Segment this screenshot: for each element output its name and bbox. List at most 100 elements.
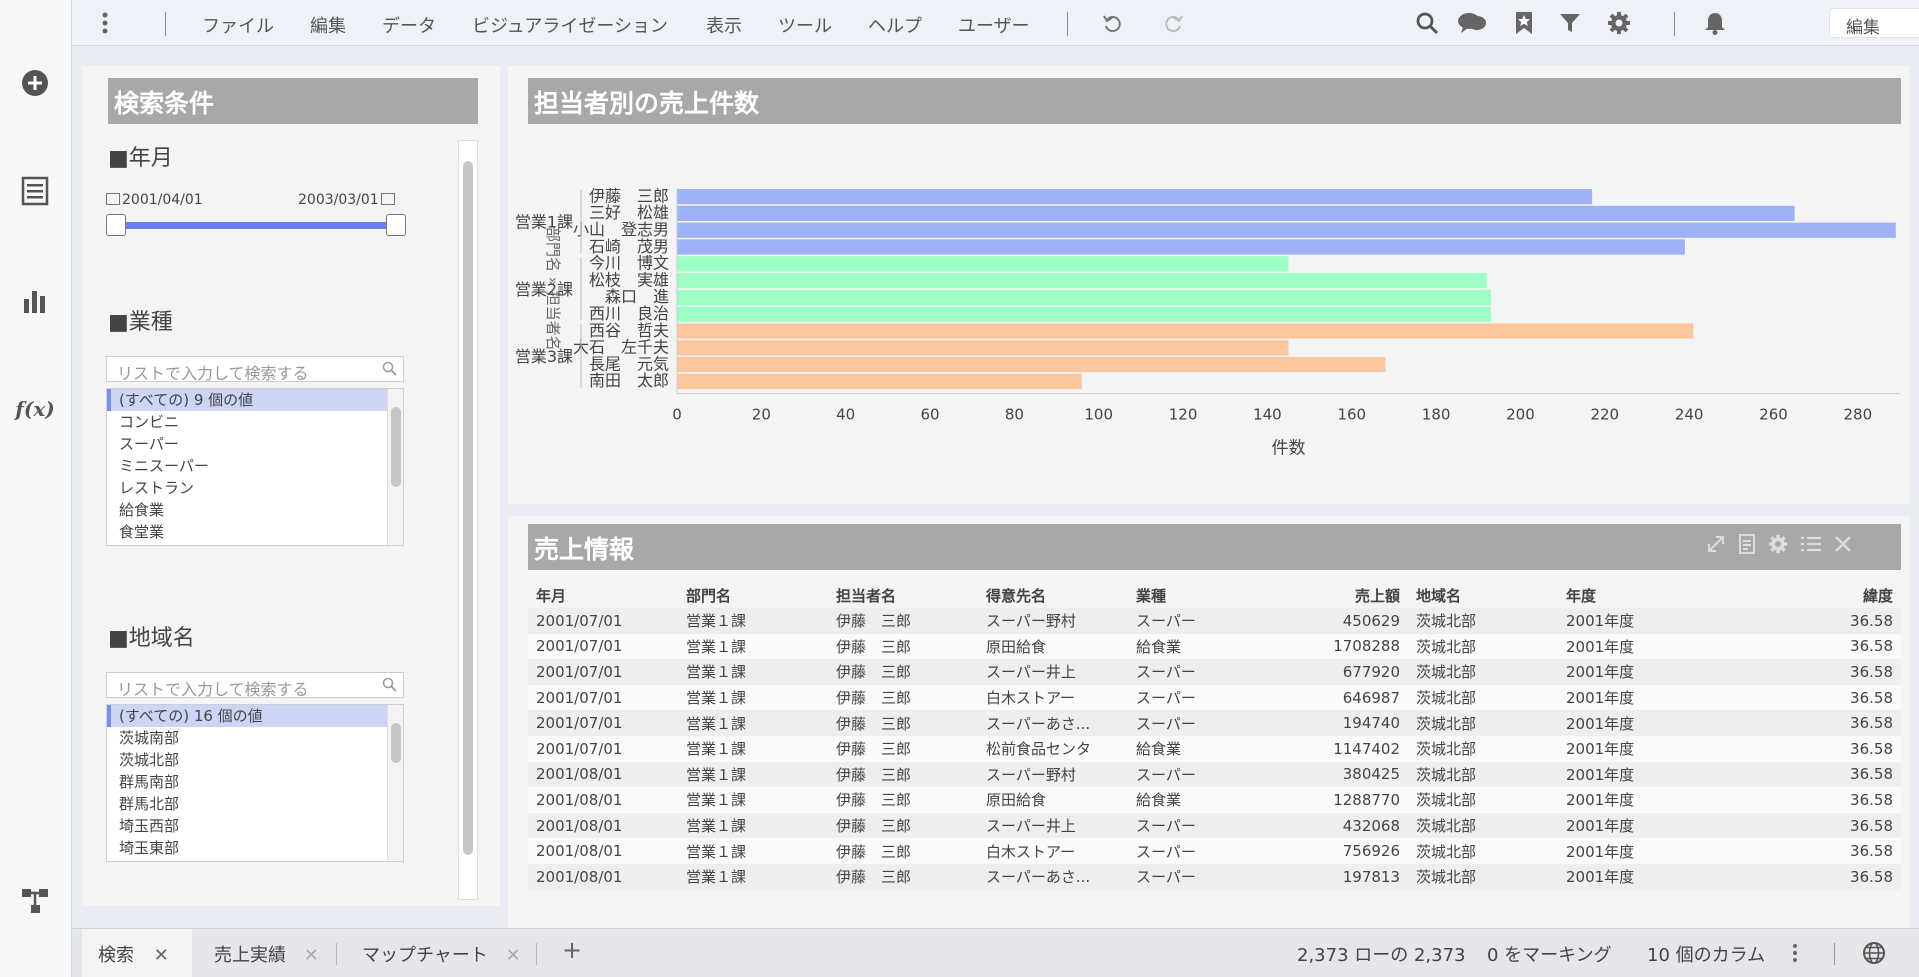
- chart-bar[interactable]: [677, 306, 1491, 322]
- comments-icon[interactable]: [1457, 8, 1487, 38]
- chart-bar[interactable]: [677, 222, 1896, 238]
- list-item[interactable]: 埼玉東部: [107, 837, 403, 859]
- table-row[interactable]: 2001/08/01 営業１課 伊藤 三郎 スーパー井上 スーパー 432068 茨城北部 2…: [528, 812, 1901, 839]
- menu-edit[interactable]: 編集: [310, 12, 346, 38]
- table-row[interactable]: 2001/08/01 営業１課 伊藤 三郎 スーパー野村 スーパー 380425 茨城北部 2…: [528, 761, 1901, 788]
- tab-map-chart[interactable]: マップチャート ✕: [352, 929, 532, 977]
- column-header[interactable]: 部門名: [678, 582, 828, 608]
- redo-icon[interactable]: [1158, 8, 1188, 38]
- gear-icon[interactable]: [1604, 8, 1634, 38]
- chart-bar[interactable]: [677, 373, 1082, 389]
- hierarchy-icon[interactable]: [18, 884, 52, 918]
- calendar-icon[interactable]: [106, 193, 120, 205]
- list-icon[interactable]: [1800, 534, 1822, 558]
- column-header[interactable]: 得意先名: [978, 582, 1128, 608]
- table-row[interactable]: 2001/07/01 営業１課 伊藤 三郎 白木ストアー スーパー 646987 茨城北部 2…: [528, 684, 1901, 711]
- left-rail: f(x): [0, 0, 72, 977]
- table-row[interactable]: 2001/07/01 営業１課 伊藤 三郎 スーパーあさ... スーパー 194740 茨城…: [528, 710, 1901, 736]
- globe-icon[interactable]: [1862, 941, 1886, 969]
- undo-icon[interactable]: [1098, 8, 1128, 38]
- add-icon[interactable]: [18, 66, 52, 100]
- maximize-icon[interactable]: [1706, 534, 1726, 558]
- scroll-thumb[interactable]: [391, 407, 401, 487]
- menu-view[interactable]: 表示: [706, 12, 742, 38]
- column-header[interactable]: 年月: [528, 582, 678, 608]
- list-item[interactable]: 茨城北部: [107, 749, 403, 771]
- bookmark-icon[interactable]: [1509, 8, 1539, 38]
- menu-visualization[interactable]: ビジュアライゼーション: [472, 12, 668, 38]
- list-item[interactable]: 茨城南部: [107, 727, 403, 749]
- calendar-icon[interactable]: [380, 193, 395, 205]
- notification-bell-icon[interactable]: [1700, 8, 1730, 38]
- list-item[interactable]: 群馬北部: [107, 793, 403, 815]
- menu-user[interactable]: ユーザー: [958, 12, 1030, 38]
- date-range-end-handle[interactable]: [386, 214, 406, 236]
- table-cell: 36.58: [1708, 787, 1901, 813]
- scroll-thumb[interactable]: [463, 161, 473, 855]
- table-row[interactable]: 2001/07/01 営業１課 伊藤 三郎 松前食品センタ 給食業 1147402 茨城北部…: [528, 735, 1901, 762]
- close-icon[interactable]: ✕: [304, 945, 319, 966]
- mode-select[interactable]: 編集: [1829, 8, 1919, 38]
- table-cell: 36.58: [1708, 659, 1901, 685]
- list-item[interactable]: スーパー: [107, 433, 403, 455]
- list-item[interactable]: 給食業: [107, 499, 403, 521]
- filter-icon[interactable]: [1555, 8, 1585, 38]
- table-row[interactable]: 2001/07/01 営業１課 伊藤 三郎 スーパー井上 スーパー 677920 茨城北部 2…: [528, 659, 1901, 685]
- table-row[interactable]: 2001/08/01 営業１課 伊藤 三郎 白木ストアー スーパー 756926 茨城北部 2…: [528, 838, 1901, 864]
- scroll-thumb[interactable]: [391, 723, 401, 763]
- chart-bar[interactable]: [677, 205, 1795, 221]
- description-icon[interactable]: [1738, 534, 1756, 558]
- search-icon[interactable]: [1412, 8, 1442, 38]
- gear-icon[interactable]: [1768, 534, 1788, 558]
- function-icon[interactable]: f(x): [15, 392, 54, 426]
- date-range-track[interactable]: [116, 222, 406, 229]
- more-vertical-icon[interactable]: [1792, 943, 1798, 967]
- region-search-input[interactable]: リストで入力して検索する: [106, 672, 404, 699]
- chart-bar[interactable]: [677, 340, 1289, 356]
- chart-bar[interactable]: [677, 256, 1289, 272]
- chart-bar[interactable]: [677, 289, 1491, 305]
- table-row[interactable]: 2001/07/01 営業１課 伊藤 三郎 スーパー野村 スーパー 450629 茨城北部 2…: [528, 608, 1901, 634]
- date-range-start-handle[interactable]: [106, 214, 126, 236]
- close-icon[interactable]: ✕: [154, 945, 169, 966]
- close-icon[interactable]: [1834, 535, 1852, 557]
- tab-sales-results[interactable]: 売上実績 ✕: [204, 929, 324, 977]
- list-item[interactable]: レストラン: [107, 477, 403, 499]
- table-row[interactable]: 2001/08/01 営業１課 伊藤 三郎 原田給食 給食業 1288770 茨城北部 200…: [528, 787, 1901, 813]
- list-item[interactable]: (すべての) 9 個の値: [107, 389, 403, 411]
- menu-tools[interactable]: ツール: [778, 12, 832, 38]
- chart-bar[interactable]: [677, 189, 1593, 205]
- chart-bar[interactable]: [677, 323, 1694, 339]
- data-table-icon[interactable]: [18, 174, 52, 208]
- region-list-scrollbar[interactable]: [387, 705, 403, 861]
- column-header[interactable]: 業種: [1128, 582, 1248, 608]
- column-header[interactable]: 緯度: [1708, 582, 1901, 608]
- table-row[interactable]: 2001/08/01 営業１課 伊藤 三郎 スーパーあさ... スーパー 197813 茨城…: [528, 863, 1901, 890]
- column-header[interactable]: 売上額: [1248, 582, 1408, 608]
- menu-file[interactable]: ファイル: [202, 12, 274, 38]
- chart-bar[interactable]: [677, 239, 1685, 255]
- column-header[interactable]: 年度: [1558, 582, 1708, 608]
- menu-help[interactable]: ヘルプ: [868, 12, 922, 38]
- table-row[interactable]: 2001/07/01 営業１課 伊藤 三郎 原田給食 給食業 1708288 茨城北部 200…: [528, 633, 1901, 660]
- industry-list-scrollbar[interactable]: [387, 389, 403, 545]
- industry-search-input[interactable]: リストで入力して検索する: [106, 356, 404, 383]
- column-header[interactable]: 担当者名: [828, 582, 978, 608]
- list-item[interactable]: 埼玉西部: [107, 815, 403, 837]
- more-vertical-icon[interactable]: [90, 8, 120, 38]
- menu-data[interactable]: データ: [382, 12, 436, 38]
- column-header[interactable]: 地域名: [1408, 582, 1558, 608]
- list-item[interactable]: ミニスーパー: [107, 455, 403, 477]
- add-tab-button[interactable]: +: [562, 929, 592, 977]
- filter-panel-scrollbar[interactable]: [458, 140, 478, 900]
- chart-bar[interactable]: [677, 273, 1487, 289]
- bar-chart-icon[interactable]: [18, 284, 52, 318]
- y-axis-title[interactable]: 部門名 » 担当者名: [544, 227, 562, 351]
- tab-search[interactable]: 検索 ✕: [82, 929, 192, 977]
- list-item[interactable]: 群馬南部: [107, 771, 403, 793]
- list-item[interactable]: (すべての) 16 個の値: [107, 705, 403, 727]
- list-item[interactable]: 食堂業: [107, 521, 403, 543]
- close-icon[interactable]: ✕: [506, 945, 521, 966]
- chart-bar[interactable]: [677, 357, 1386, 373]
- list-item[interactable]: コンビニ: [107, 411, 403, 433]
